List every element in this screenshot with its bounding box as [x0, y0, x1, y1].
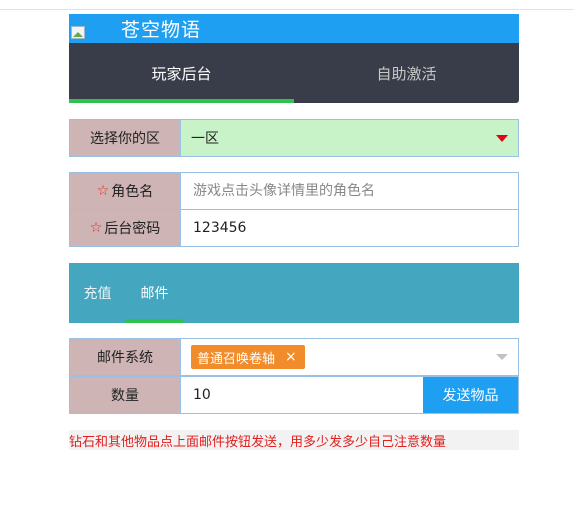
password-label: ☆ 后台密码: [70, 210, 181, 246]
remove-item-icon[interactable]: ×: [285, 349, 297, 365]
zone-select-value: 一区: [191, 131, 219, 147]
browser-top-edge: [0, 0, 574, 10]
quantity-field-wrap: [181, 377, 423, 413]
password-row: ☆ 后台密码: [69, 209, 519, 247]
quantity-row: 数量 发送物品: [69, 376, 519, 414]
tab-self-activation[interactable]: 自助激活: [294, 43, 519, 103]
sub-tabs: 充值 邮件: [69, 263, 519, 323]
role-name-row: ☆ 角色名: [69, 172, 519, 210]
send-item-button[interactable]: 发送物品: [423, 377, 518, 413]
password-field-wrap: [181, 210, 518, 246]
mail-system-label: 邮件系统: [70, 339, 181, 375]
selected-item-chip: 普通召唤卷轴 ×: [191, 345, 305, 369]
zone-select[interactable]: 一区: [181, 120, 518, 156]
role-name-input[interactable]: [191, 182, 518, 200]
tab-player-backend[interactable]: 玩家后台: [69, 43, 294, 103]
quantity-label: 数量: [70, 377, 181, 413]
site-title: 苍空物语: [121, 19, 202, 41]
tab-recharge[interactable]: 充值: [69, 263, 126, 323]
zone-select-label: 选择你的区: [70, 120, 181, 156]
site-header: 苍空物语: [69, 14, 519, 43]
required-star-icon: ☆: [96, 183, 110, 199]
caret-down-icon[interactable]: [496, 354, 508, 360]
caret-down-icon[interactable]: [496, 134, 508, 142]
mail-system-row: 邮件系统 普通召唤卷轴 ×: [69, 338, 519, 376]
zone-select-row: 选择你的区 一区: [69, 119, 519, 157]
role-name-label-text: 角色名: [111, 184, 154, 200]
password-input[interactable]: [191, 219, 518, 237]
selected-item-label: 普通召唤卷轴: [197, 351, 276, 367]
broken-image-icon: [71, 25, 91, 40]
tab-mail[interactable]: 邮件: [126, 263, 183, 323]
mail-item-select[interactable]: 普通召唤卷轴 ×: [181, 339, 518, 375]
required-star-icon: ☆: [89, 220, 103, 236]
notice-text: 钻石和其他物品点上面邮件按钮发送，用多少发多少自己注意数量: [69, 430, 519, 450]
role-name-label: ☆ 角色名: [70, 173, 181, 209]
main-tabs: 玩家后台 自助激活: [69, 43, 519, 103]
quantity-input[interactable]: [191, 386, 423, 404]
password-label-text: 后台密码: [104, 221, 161, 237]
role-name-field-wrap: [181, 173, 518, 209]
